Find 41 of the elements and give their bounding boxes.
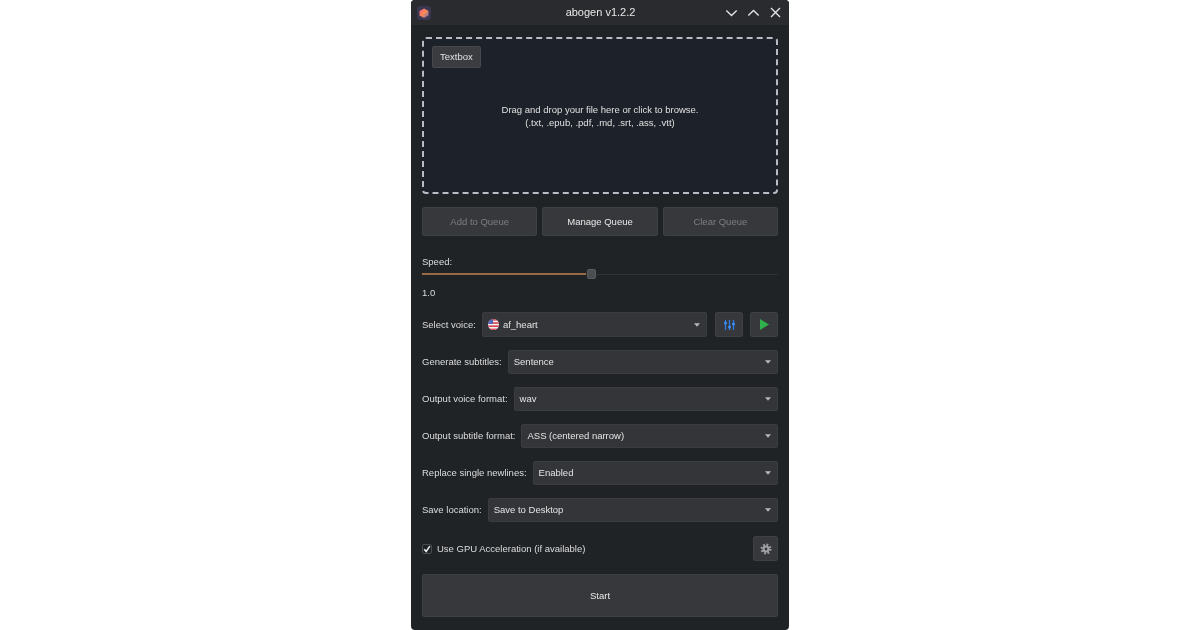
queue-button[interactable]: Manage Queue xyxy=(542,207,658,236)
caret-icon xyxy=(765,360,771,364)
voice-dropdown[interactable]: af_heart xyxy=(481,312,707,337)
drop-hint-text: Drag and drop your file here or click to browse. xyxy=(501,102,699,116)
dropdown[interactable]: Enabled xyxy=(532,461,778,485)
play-button[interactable] xyxy=(750,312,778,337)
window-title: abogen v1.2.2 xyxy=(565,6,636,19)
close-icon xyxy=(770,7,781,18)
textbox-button[interactable]: Textbox xyxy=(432,46,481,68)
caret-icon xyxy=(765,397,771,401)
voice-mixer-button[interactable] xyxy=(715,312,743,337)
checkbox-label: Use GPU Acceleration (if available) xyxy=(437,542,586,555)
logo-icon xyxy=(417,5,431,20)
caret-icon xyxy=(765,471,771,475)
checkbox[interactable] xyxy=(422,543,432,554)
file-types-text: (.txt, .epub, .pdf, .md, .srt, .ass, .vtt) xyxy=(525,115,675,129)
caret-icon xyxy=(765,434,771,438)
chevron-up-icon xyxy=(747,8,760,17)
drop-zone[interactable]: Textbox Drag and drop your file here or click to browse. (.txt, .epub, .pdf, .md, .srt, .ass, .vtt) xyxy=(422,37,778,194)
field-label: Save location: xyxy=(422,504,482,516)
gear-icon xyxy=(759,542,772,555)
caret-icon xyxy=(694,322,700,327)
flag-icon xyxy=(487,319,499,330)
dropdown[interactable]: Save to Desktop xyxy=(487,498,778,522)
settings-button[interactable] xyxy=(753,536,778,561)
slider-handle[interactable] xyxy=(587,269,597,279)
field-label: Replace single newlines: xyxy=(422,467,527,479)
caret-icon xyxy=(765,508,771,512)
chevron-down-icon xyxy=(725,8,738,17)
sliders-icon xyxy=(723,319,735,330)
dropdown[interactable]: wav xyxy=(513,387,778,411)
field-label: Output subtitle format: xyxy=(422,430,516,442)
speed-value: 1.0 xyxy=(422,287,437,299)
field-label: Generate subtitles: xyxy=(422,356,502,368)
dropdown[interactable]: ASS (centered narrow) xyxy=(521,424,778,448)
play-icon xyxy=(759,319,769,330)
dropdown[interactable]: Sentence xyxy=(507,350,778,374)
speed-label: Speed: xyxy=(422,256,454,268)
start-button[interactable]: Start xyxy=(422,574,778,617)
voice-label: Select voice: xyxy=(422,318,476,331)
field-label: Output voice format: xyxy=(422,393,508,405)
